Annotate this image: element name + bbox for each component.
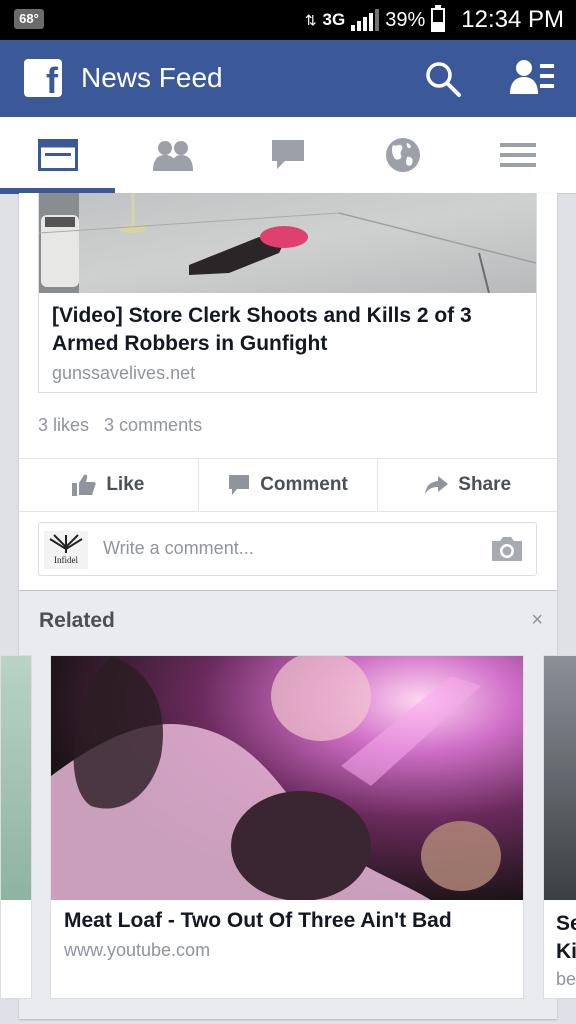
comment-placeholder: Write a comment... xyxy=(103,538,254,558)
link-domain: gunssavelives.net xyxy=(52,363,196,383)
menu-icon xyxy=(499,143,536,167)
share-arrow-icon xyxy=(425,476,449,494)
infidel-avatar-image: Infidel xyxy=(49,534,83,565)
related-title: Related xyxy=(39,609,115,632)
battery-percent: 39% xyxy=(385,8,426,31)
comment-icon xyxy=(229,475,250,495)
related-item-domain: www.youtube.com xyxy=(64,940,211,960)
data-arrows-icon: ⇅ xyxy=(304,11,317,28)
app-header: f News Feed xyxy=(0,40,576,117)
related-item-next[interactable]: Se Ki be xyxy=(543,655,576,999)
clock: 12:34 PM xyxy=(461,6,564,33)
related-item-prev[interactable] xyxy=(0,655,32,999)
page-title: News Feed xyxy=(81,62,223,93)
tab-bar xyxy=(0,117,576,194)
messages-icon xyxy=(271,140,304,169)
related-thumbnail[interactable] xyxy=(51,656,523,900)
search-icon[interactable] xyxy=(424,60,462,98)
camera-icon[interactable] xyxy=(490,535,524,563)
related-next-thumbnail xyxy=(544,656,576,900)
like-label: Like xyxy=(106,474,145,495)
tab-notifications[interactable] xyxy=(345,117,460,193)
related-item-title[interactable]: Meat Loaf - Two Out Of Three Ain't Bad xyxy=(64,909,452,933)
tab-friends[interactable] xyxy=(115,117,230,193)
close-icon[interactable]: × xyxy=(531,609,543,632)
comment-input[interactable]: Infidel Write a comment... xyxy=(38,522,537,576)
avatar-text: Infidel xyxy=(54,555,78,565)
signal-icon xyxy=(351,9,380,31)
battery-icon xyxy=(431,5,446,32)
related-section: Related × Meat Loaf - Two Out Of Three A… xyxy=(0,591,576,1019)
comment-button[interactable]: Comment xyxy=(199,459,379,511)
related-video-still xyxy=(51,656,501,900)
friends-icon xyxy=(152,141,193,171)
weather-badge: 68° xyxy=(14,9,44,29)
status-bar: 68° ⇅ 3G 39% 12:34 PM xyxy=(0,0,576,40)
tab-news-feed[interactable] xyxy=(0,117,115,194)
video-thumbnail[interactable] xyxy=(39,193,536,293)
likes-count[interactable]: 3 likes xyxy=(38,415,89,435)
news-feed-icon xyxy=(37,139,78,171)
comment-label: Comment xyxy=(260,474,348,495)
related-prev-thumbnail xyxy=(1,656,31,900)
link-preview[interactable]: [Video] Store Clerk Shoots and Kills 2 o… xyxy=(38,193,537,393)
related-next-domain: be xyxy=(556,969,576,989)
like-button[interactable]: Like xyxy=(19,459,199,511)
share-label: Share xyxy=(458,474,512,495)
engagement-counts: 3 likes 3 comments xyxy=(38,415,212,436)
post-card: [Video] Store Clerk Shoots and Kills 2 o… xyxy=(19,193,557,590)
video-still xyxy=(39,193,536,293)
tab-messages[interactable] xyxy=(230,117,345,193)
link-title[interactable]: [Video] Store Clerk Shoots and Kills 2 o… xyxy=(52,302,522,358)
related-next-title[interactable]: Se Ki xyxy=(556,910,576,966)
related-item[interactable]: Meat Loaf - Two Out Of Three Ain't Bad w… xyxy=(50,655,524,999)
status-right: ⇅ 3G 39% 12:34 PM xyxy=(305,0,564,40)
avatar: Infidel xyxy=(44,531,88,569)
post-actions: Like Comment Share xyxy=(19,458,557,512)
thumbs-up-icon xyxy=(72,474,96,496)
globe-icon xyxy=(385,138,420,172)
share-button[interactable]: Share xyxy=(378,459,557,511)
friend-requests-icon[interactable] xyxy=(510,58,554,98)
network-type: 3G xyxy=(322,10,346,29)
comments-count[interactable]: 3 comments xyxy=(104,415,202,435)
tab-more[interactable] xyxy=(460,117,575,193)
facebook-logo[interactable]: f xyxy=(24,59,62,97)
